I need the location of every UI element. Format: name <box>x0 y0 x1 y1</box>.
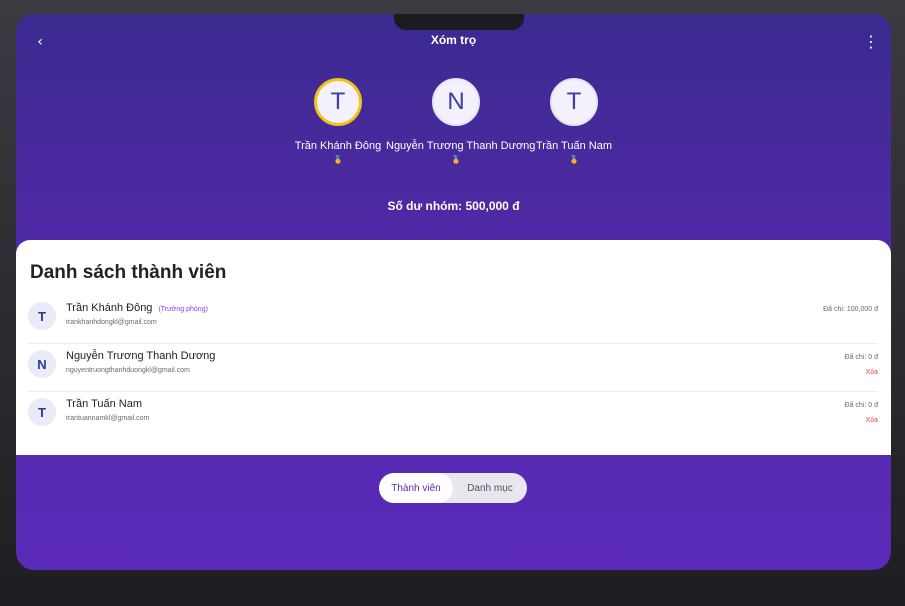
page-title: Xóm trọ <box>430 33 477 47</box>
row-paid-amount: Đã chi: 100,000 đ <box>823 306 878 313</box>
member-list-title: Danh sách thành viên <box>30 262 227 283</box>
row-name: Trần Tuấn Nam <box>66 398 142 410</box>
device-frame: ‹ Xóm trọ ⋮ T Trần Khánh Đông 🏅 N Nguyễn… <box>0 0 905 606</box>
row-paid-amount: Đã chi: 0 đ <box>844 354 878 361</box>
member-list-panel: Danh sách thành viên T Trần Khánh Đông (T… <box>16 240 891 455</box>
row-name-text: Nguyễn Trương Thanh Dương <box>66 350 216 362</box>
tab-categories[interactable]: Danh mục <box>453 473 527 503</box>
row-avatar: N <box>28 350 56 378</box>
more-options-icon[interactable]: ⋮ <box>863 30 879 54</box>
row-email: nguyentruongthanhduongkl@gmail.com <box>66 367 190 374</box>
row-avatar: T <box>28 302 56 330</box>
row-name: Trần Khánh Đông (Trưởng phòng) <box>66 302 208 314</box>
delete-button[interactable]: Xóa <box>866 369 878 376</box>
medal-icon: 🏅 <box>569 155 579 164</box>
top-bar: ‹ Xóm trọ ⋮ <box>16 30 891 60</box>
row-email: trantuannamkl@gmail.com <box>66 415 150 422</box>
row-avatar: T <box>28 398 56 426</box>
role-tag: (Trưởng phòng) <box>158 306 208 313</box>
row-email: trankhanhdongkl@gmail.com <box>66 319 157 326</box>
member-avatar: N <box>432 78 480 126</box>
top-member[interactable]: T Trần Tuấn Nam 🏅 <box>504 78 644 164</box>
row-name: Nguyễn Trương Thanh Dương <box>66 350 215 362</box>
list-item[interactable]: T Trần Tuấn Nam trantuannamkl@gmail.com … <box>28 392 878 440</box>
member-name: Trần Tuấn Nam <box>535 140 612 152</box>
camera-notch <box>394 14 524 30</box>
tab-members[interactable]: Thành viên <box>379 473 453 503</box>
row-name-text: Trần Tuấn Nam <box>66 398 143 410</box>
member-avatar: T <box>314 78 362 126</box>
row-paid-amount: Đã chi: 0 đ <box>844 402 878 409</box>
delete-button[interactable]: Xóa <box>866 417 878 424</box>
app-screen: ‹ Xóm trọ ⋮ T Trần Khánh Đông 🏅 N Nguyễn… <box>16 14 891 570</box>
row-name-text: Trần Khánh Đông <box>66 302 153 314</box>
list-item[interactable]: T Trần Khánh Đông (Trưởng phòng) trankhan… <box>28 296 878 344</box>
group-balance: Số dư nhóm: 500,000 đ <box>387 199 520 213</box>
segmented-tabs: Thành viên Danh mục <box>379 473 527 503</box>
member-avatar: T <box>550 78 598 126</box>
list-item[interactable]: N Nguyễn Trương Thanh Dương nguyentruong… <box>28 344 878 392</box>
